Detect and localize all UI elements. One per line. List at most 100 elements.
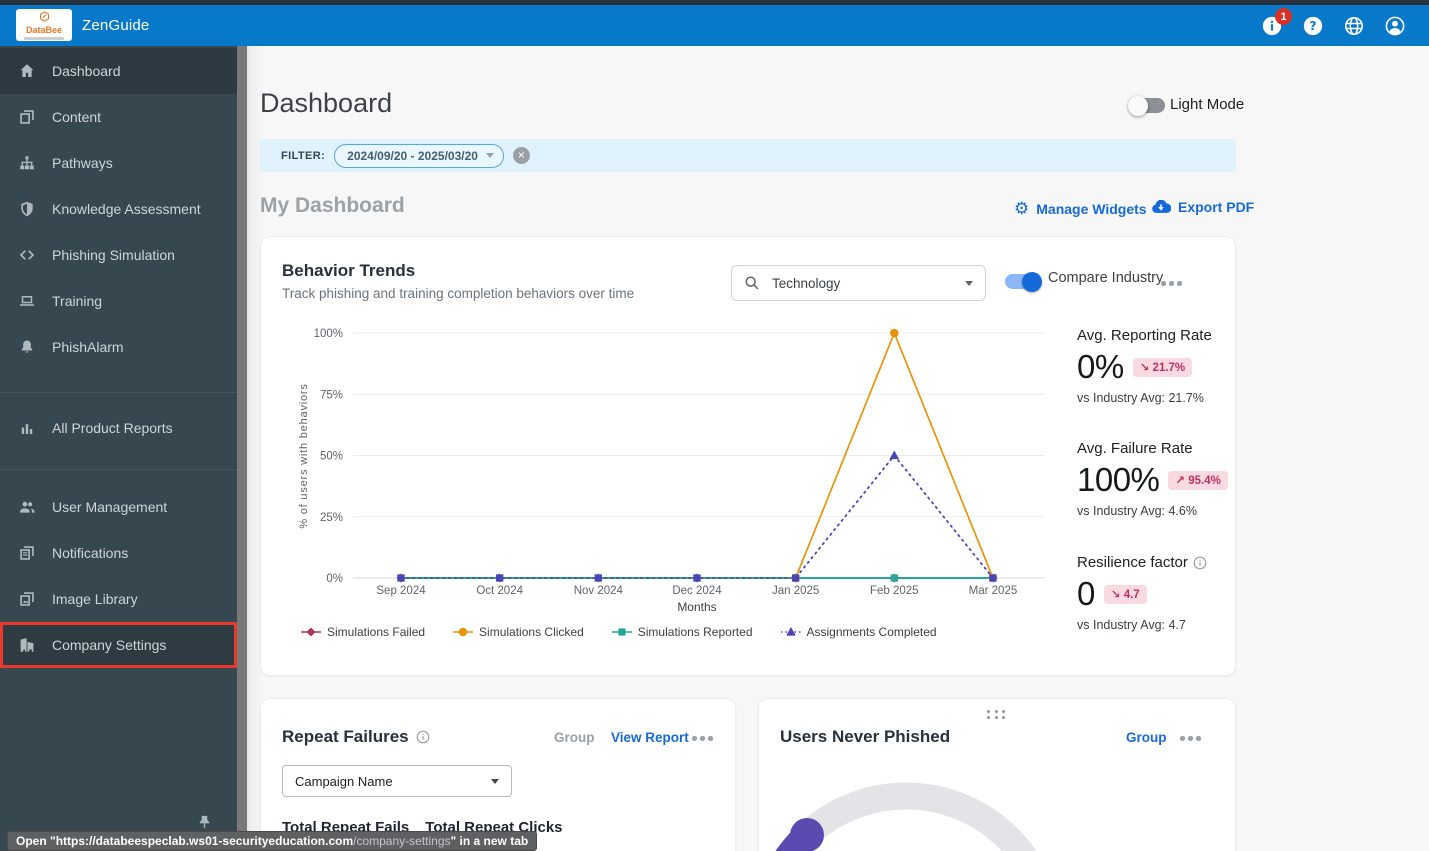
sidebar-item-user-management[interactable]: User Management: [0, 484, 237, 530]
shield-icon: [18, 200, 36, 218]
databee-logo-text: DataBee: [25, 25, 63, 36]
scrollbar-thumb[interactable]: [237, 46, 247, 851]
content-icon: [18, 108, 36, 126]
databee-logo: DataBee: [16, 9, 72, 41]
compare-industry-label: Compare Industry: [1048, 270, 1164, 286]
date-range-chip[interactable]: 2024/09/20 - 2025/03/20: [334, 143, 504, 168]
code-icon: [18, 246, 36, 264]
chevron-down-icon: [491, 778, 499, 784]
export-pdf-button[interactable]: Export PDF: [1151, 199, 1254, 215]
svg-text:0%: 0%: [326, 573, 343, 585]
building-icon: [18, 636, 36, 654]
legend-item: Simulations Clicked: [453, 625, 584, 639]
sidebar-divider: [0, 469, 237, 470]
trend-up-icon: ↗: [1175, 475, 1186, 487]
sidebar-divider: [0, 392, 237, 393]
behavior-trends-chart: 0% 25% 50% 75% 100% Sep 2024 Oct 2024 Nov 2024 D…: [298, 328, 1045, 614]
trend-badge: ↘ 4.7: [1103, 584, 1147, 604]
trend-badge: ↘ 21.7%: [1132, 357, 1193, 377]
svg-text:75%: 75%: [320, 389, 343, 401]
main-content: Dashboard Light Mode FILTER: 2024/09/20 …: [249, 46, 1429, 851]
svg-text:Oct 2024: Oct 2024: [476, 585, 523, 597]
svg-text:Feb 2025: Feb 2025: [870, 585, 919, 597]
behavior-trends-title: Behavior Trends: [282, 261, 416, 280]
manage-widgets-button[interactable]: ⚙ Manage Widgets: [1014, 199, 1147, 219]
stat-resilience-factor: Resilience factor 0 ↘ 4.7 vs Industry Av…: [1077, 554, 1235, 632]
my-dashboard-title: My Dashboard: [260, 194, 405, 217]
legend-item: Simulations Failed: [301, 625, 425, 639]
sidebar-item-pathways[interactable]: Pathways: [0, 140, 237, 186]
bell-icon: [18, 338, 36, 356]
drag-handle-icon[interactable]: [987, 710, 1007, 719]
sidebar-item-training[interactable]: Training: [0, 278, 237, 324]
repeat-failures-menu-button[interactable]: [692, 736, 713, 741]
svg-text:50%: 50%: [320, 451, 343, 463]
repeat-failures-title: Repeat Failures: [282, 727, 409, 746]
sidebar-item-content[interactable]: Content: [0, 94, 237, 140]
users-never-phished-card: Users Never Phished Group: [758, 698, 1236, 851]
info-icon[interactable]: [1193, 556, 1207, 570]
svg-text:100%: 100%: [314, 328, 343, 340]
industry-select-value: Technology: [772, 275, 841, 291]
svg-text:Sep 2024: Sep 2024: [376, 585, 426, 597]
sidebar: Dashboard Content Pathways Knowledge Assess…: [0, 46, 237, 851]
sidebar-item-knowledge-assessment[interactable]: Knowledge Assessment: [0, 186, 237, 232]
svg-text:Nov 2024: Nov 2024: [574, 585, 624, 597]
trend-down-icon: ↘: [1139, 362, 1150, 374]
svg-text:25%: 25%: [320, 512, 343, 524]
info-icon[interactable]: [416, 730, 430, 744]
pathways-icon: [18, 154, 36, 172]
svg-text:Mar 2025: Mar 2025: [969, 585, 1018, 597]
industry-select[interactable]: Technology: [731, 265, 986, 301]
date-range-value: 2024/09/20 - 2025/03/20: [347, 148, 478, 163]
users-never-phished-group-button[interactable]: Group: [1126, 730, 1167, 745]
databee-logo-subtext: [24, 36, 64, 40]
globe-icon[interactable]: [1343, 15, 1365, 37]
users-never-phished-menu-button[interactable]: [1180, 736, 1201, 741]
chart-legend: Simulations Failed Simulations Clicked Sim…: [301, 625, 937, 639]
trend-badge: ↗ 95.4%: [1168, 470, 1228, 490]
view-report-link[interactable]: View Report: [611, 730, 689, 745]
repeat-failures-card: Repeat Failures Group View Report Campai…: [260, 698, 736, 851]
notifications-icon: [18, 544, 36, 562]
image-icon: [18, 590, 36, 608]
cloud-download-icon: [1152, 200, 1171, 213]
campaign-name-select[interactable]: Campaign Name: [282, 765, 512, 797]
svg-text:Jan 2025: Jan 2025: [772, 585, 819, 597]
stat-avg-failure-rate: Avg. Failure Rate 100% ↗ 95.4% vs Indust…: [1077, 440, 1235, 518]
svg-text:% of users with behaviors: % of users with behaviors: [298, 383, 310, 528]
legend-item: Simulations Reported: [611, 625, 753, 639]
svg-text:Months: Months: [677, 600, 716, 614]
filter-label: FILTER:: [281, 149, 326, 162]
pin-icon[interactable]: [197, 814, 212, 830]
search-icon: [745, 276, 759, 290]
light-mode-label: Light Mode: [1170, 96, 1245, 113]
account-icon[interactable]: [1384, 15, 1406, 37]
sidebar-item-image-library[interactable]: Image Library: [0, 576, 237, 622]
bee-icon: [39, 10, 50, 26]
home-icon: [18, 62, 36, 80]
help-icon[interactable]: ?: [1302, 15, 1324, 37]
filter-bar: FILTER: 2024/09/20 - 2025/03/20 ×: [260, 139, 1236, 172]
behavior-trends-menu-button[interactable]: [1161, 281, 1182, 286]
users-never-phished-title: Users Never Phished: [780, 727, 951, 746]
sidebar-item-notifications[interactable]: Notifications: [0, 530, 237, 576]
behavior-trends-card: Behavior Trends Track phishing and train…: [260, 236, 1236, 676]
page-scrollbar[interactable]: [237, 46, 249, 851]
sidebar-item-dashboard[interactable]: Dashboard: [0, 48, 237, 94]
legend-item: Assignments Completed: [780, 625, 937, 639]
notification-badge[interactable]: 1: [1275, 8, 1292, 25]
light-mode-toggle[interactable]: [1128, 95, 1165, 116]
page-title: Dashboard: [260, 88, 393, 118]
top-navbar: DataBee ZenGuide 1 ?: [0, 5, 1429, 46]
sidebar-item-all-product-reports[interactable]: All Product Reports: [0, 405, 237, 451]
sidebar-item-company-settings[interactable]: Company Settings: [0, 622, 237, 668]
sidebar-item-phishing-simulation[interactable]: Phishing Simulation: [0, 232, 237, 278]
compare-industry-toggle[interactable]: [1005, 271, 1042, 292]
svg-text:Dec 2024: Dec 2024: [672, 585, 722, 597]
filter-clear-button[interactable]: ×: [512, 147, 530, 164]
svg-text:?: ?: [1309, 19, 1316, 33]
repeat-failures-group-button[interactable]: Group: [554, 730, 595, 745]
sidebar-item-phishalarm[interactable]: PhishAlarm: [0, 324, 237, 370]
chevron-down-icon: [965, 280, 973, 286]
